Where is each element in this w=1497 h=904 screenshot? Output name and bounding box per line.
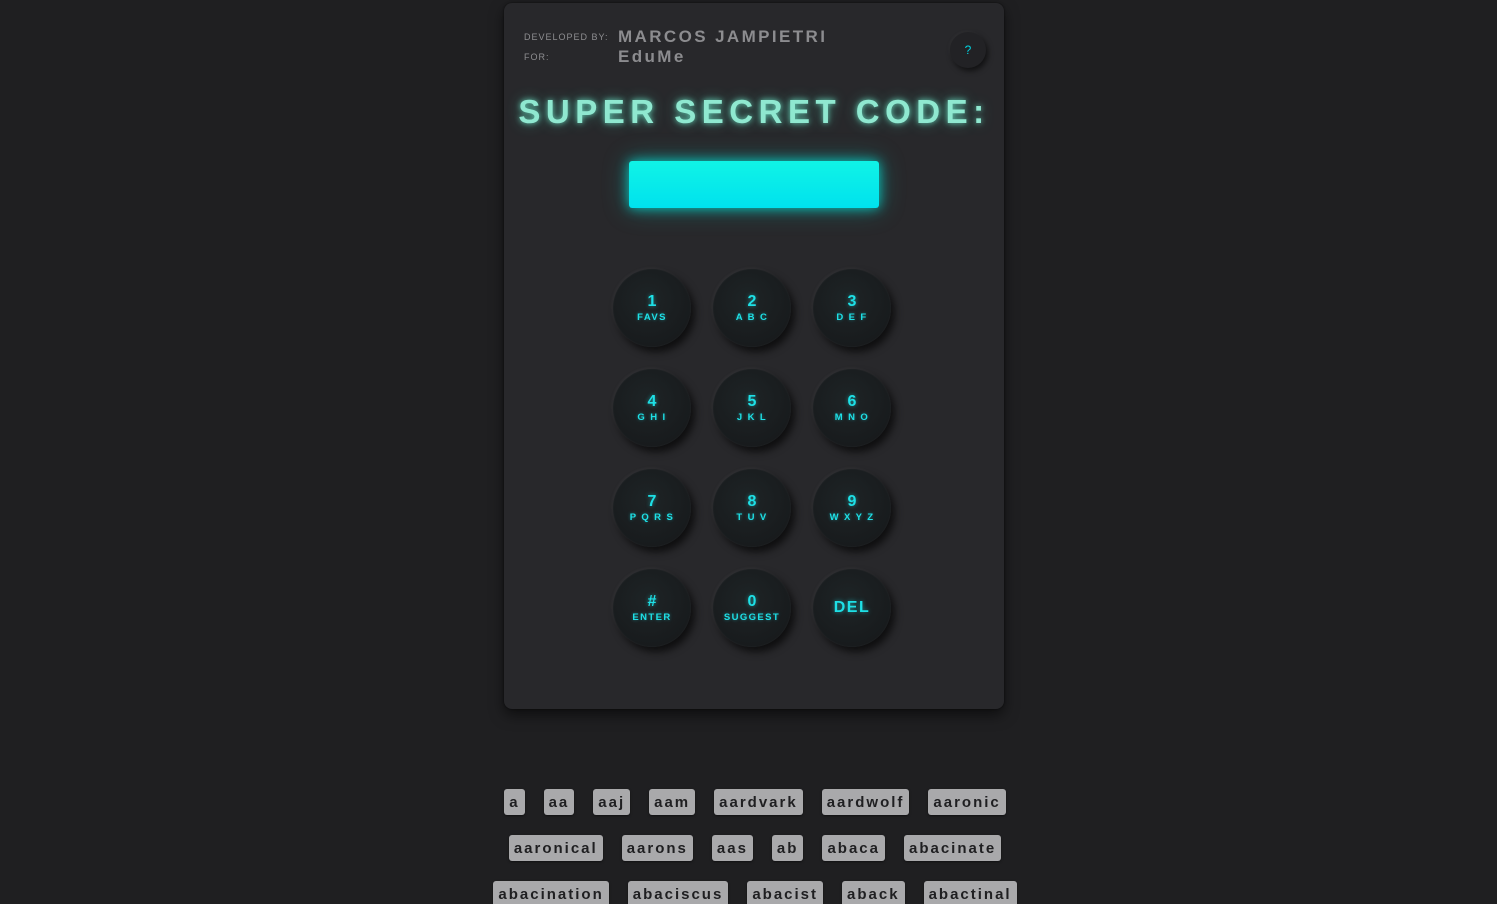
key-letters: T U V: [736, 511, 768, 523]
suggestion-chip[interactable]: aback: [842, 881, 905, 904]
key-enter[interactable]: # ENTER: [613, 569, 691, 647]
suggestion-list: a aa aaj aam aardvark aardwolf aaronic a…: [460, 789, 1050, 904]
credits: DEVELOPED BY: MARCOS JAMPIETRI FOR: EduM…: [524, 27, 827, 67]
key-suggest[interactable]: 0 SUGGEST: [713, 569, 791, 647]
suggestion-chip[interactable]: abaca: [822, 835, 885, 861]
suggestion-chip[interactable]: aardvark: [714, 789, 803, 815]
suggestion-chip[interactable]: a: [504, 789, 525, 815]
key-letters: G H I: [637, 411, 667, 423]
suggestion-chip[interactable]: aas: [711, 835, 753, 861]
key-digit: 4: [647, 392, 657, 410]
suggestion-row: a aa aaj aam aardvark aardwolf aaronic: [460, 789, 1050, 835]
keypad-panel: DEVELOPED BY: MARCOS JAMPIETRI FOR: EduM…: [504, 3, 1004, 709]
key-7[interactable]: 7 P Q R S: [613, 469, 691, 547]
suggestion-chip[interactable]: aaronical: [508, 835, 603, 861]
suggestion-chip[interactable]: abacist: [747, 881, 824, 904]
key-9[interactable]: 9 W X Y Z: [813, 469, 891, 547]
key-letters: J K L: [736, 411, 768, 423]
suggestion-row: aaronical aarons aas ab abaca abacinate: [460, 835, 1050, 881]
key-1[interactable]: 1 FAVS: [613, 269, 691, 347]
key-digit: 7: [647, 492, 657, 510]
suggestion-chip[interactable]: aardwolf: [821, 789, 910, 815]
suggestion-chip[interactable]: abacination: [493, 881, 609, 904]
key-letters: M N O: [834, 411, 870, 423]
key-digit: 2: [747, 292, 757, 310]
developer-name: MARCOS JAMPIETRI: [618, 27, 828, 46]
suggestion-chip[interactable]: aam: [649, 789, 696, 815]
key-digit: 0: [747, 592, 757, 610]
developed-by-label: DEVELOPED BY:: [524, 32, 609, 42]
suggestion-chip[interactable]: ab: [771, 835, 804, 861]
suggestion-chip[interactable]: aarons: [621, 835, 693, 861]
key-digit: 5: [747, 392, 757, 410]
suggestion-chip[interactable]: abaciscus: [627, 881, 729, 904]
page-title: SUPER SECRET CODE:: [518, 93, 990, 130]
key-digit: 9: [847, 492, 857, 510]
suggestion-chip[interactable]: abacinate: [903, 835, 1002, 861]
key-letters: P Q R S: [629, 511, 675, 523]
key-digit: 3: [847, 292, 857, 310]
key-3[interactable]: 3 D E F: [813, 269, 891, 347]
key-letters: SUGGEST: [723, 611, 781, 623]
key-letters: W X Y Z: [829, 511, 875, 523]
help-icon: ?: [964, 43, 972, 57]
code-display: [629, 161, 879, 208]
key-6[interactable]: 6 M N O: [813, 369, 891, 447]
key-digit: 6: [847, 392, 857, 410]
key-letters: ENTER: [632, 611, 672, 623]
page: DEVELOPED BY: MARCOS JAMPIETRI FOR: EduM…: [0, 0, 1497, 904]
suggestion-chip[interactable]: aa: [543, 789, 575, 815]
suggestion-row: abacination abaciscus abacist aback abac…: [460, 881, 1050, 904]
keypad: 1 FAVS 2 A B C 3 D E F 4 G H I 5 J K L 6: [613, 269, 893, 649]
key-letters: FAVS: [637, 311, 667, 323]
key-letters: D E F: [836, 311, 868, 323]
key-letters: A B C: [735, 311, 769, 323]
key-4[interactable]: 4 G H I: [613, 369, 691, 447]
key-5[interactable]: 5 J K L: [713, 369, 791, 447]
suggestion-chip[interactable]: aaronic: [928, 789, 1006, 815]
key-digit: 8: [747, 492, 757, 510]
help-button[interactable]: ?: [950, 32, 986, 68]
credit-client-row: FOR: EduMe: [524, 47, 827, 67]
for-label: FOR:: [524, 52, 550, 62]
credit-developer-row: DEVELOPED BY: MARCOS JAMPIETRI: [524, 27, 827, 47]
client-name: EduMe: [618, 47, 686, 66]
key-8[interactable]: 8 T U V: [713, 469, 791, 547]
key-2[interactable]: 2 A B C: [713, 269, 791, 347]
key-digit: 1: [647, 292, 657, 310]
delete-label: DEL: [833, 599, 871, 616]
suggestion-chip[interactable]: aaj: [593, 789, 631, 815]
suggestion-chip[interactable]: abactinal: [923, 881, 1017, 904]
key-digit: #: [647, 592, 657, 610]
key-delete[interactable]: DEL: [813, 569, 891, 647]
